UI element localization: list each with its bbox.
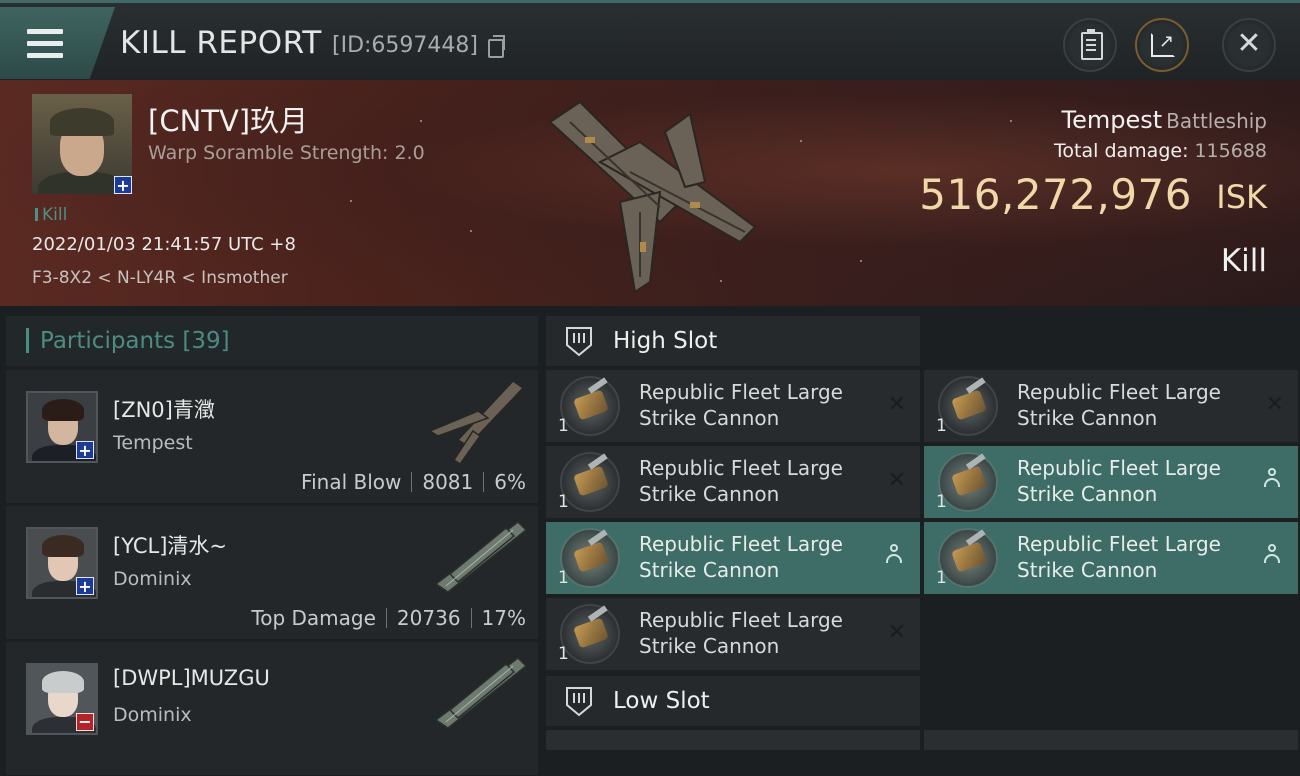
plus-icon: +: [76, 441, 94, 459]
strike-cannon-icon: [560, 452, 620, 512]
menu-button[interactable]: [0, 7, 115, 79]
total-damage: Total damage: 115688: [1054, 140, 1267, 162]
low-slot-header: Low Slot: [546, 676, 920, 726]
module-item[interactable]: 1 Republic Fleet Large Strike Cannon: [546, 522, 920, 594]
module-name: Republic Fleet Large Strike Cannon: [1017, 532, 1221, 582]
participant-ship: Dominix: [113, 704, 192, 726]
module-quantity: 1: [558, 492, 569, 512]
strike-cannon-icon: [560, 376, 620, 436]
low-slot-title: Low Slot: [613, 688, 710, 714]
participants-header: Participants [39]: [6, 316, 538, 366]
top-bar: KILL REPORT [ID:6597448] ↗ ✕: [0, 0, 1300, 80]
module-quantity: 1: [936, 568, 947, 588]
high-slot-icon: [566, 327, 592, 357]
person-icon: [1264, 544, 1280, 566]
clipboard-icon: [1081, 29, 1103, 60]
module-item[interactable]: 1 Republic Fleet Large Strike Cannon: [924, 446, 1298, 518]
module-name: Republic Fleet Large Strike Cannon: [639, 608, 843, 658]
isk-value: 516,272,976: [919, 170, 1192, 219]
close-button[interactable]: ✕: [1222, 18, 1276, 72]
participant-stats: Top Damage 20736 17%: [251, 606, 526, 630]
participant-row[interactable]: − [DWPL]MUZGU Dominix: [6, 642, 538, 776]
participant-ship: Tempest: [113, 432, 193, 454]
victim-avatar[interactable]: +: [32, 94, 132, 194]
participant-name: [DWPL]MUZGU: [113, 666, 270, 690]
participant-row[interactable]: + [YCL]清水~ Dominix Top Damage 20736 17%: [6, 506, 538, 640]
share-arrow-icon: ↗: [1159, 31, 1175, 52]
clipboard-button[interactable]: [1063, 18, 1117, 72]
kill-tag: Kill: [35, 205, 67, 225]
participant-ship: Dominix: [113, 568, 192, 590]
plus-icon: +: [76, 577, 94, 595]
module-item[interactable]: 1 Republic Fleet Large Strike Cannon ✕: [546, 446, 920, 518]
strike-cannon-icon: [938, 528, 998, 588]
result-label: Kill: [1220, 243, 1267, 279]
strike-cannon-icon: [938, 452, 998, 512]
module-name: Republic Fleet Large Strike Cannon: [639, 380, 843, 430]
strike-cannon-icon: [560, 528, 620, 588]
module-item[interactable]: 1 Republic Fleet Large Strike Cannon ✕: [546, 598, 920, 670]
high-slot-header: High Slot: [546, 316, 920, 366]
close-icon: ✕: [1236, 26, 1262, 61]
low-slot-icon: [566, 687, 592, 717]
x-mark-icon: ✕: [887, 468, 906, 493]
plus-icon: +: [114, 176, 132, 194]
share-button[interactable]: ↗: [1135, 18, 1189, 72]
person-icon: [1264, 468, 1280, 490]
victim-name[interactable]: [CNTV]玖月: [148, 98, 308, 140]
participant-avatar: +: [26, 391, 98, 463]
module-quantity: 1: [936, 416, 947, 436]
kill-time: 2022/01/03 21:41:57 UTC +8: [32, 234, 296, 255]
ship-image: [548, 100, 757, 294]
module-quantity: 1: [558, 644, 569, 664]
strike-cannon-icon: [560, 604, 620, 664]
participant-name: [ZN0]青瀓: [113, 398, 215, 422]
participant-stats: Final Blow 8081 6%: [301, 470, 526, 494]
module-name: Republic Fleet Large Strike Cannon: [639, 456, 843, 506]
high-slot-title: High Slot: [613, 328, 718, 354]
x-mark-icon: ✕: [887, 392, 906, 417]
victim-ship: Tempest Battleship: [1061, 106, 1267, 134]
module-name: Republic Fleet Large Strike Cannon: [639, 532, 843, 582]
victim-subtitle: Warp Soramble Strength: 2.0: [148, 142, 425, 164]
module-item[interactable]: [546, 730, 920, 750]
x-mark-icon: ✕: [887, 620, 906, 645]
module-quantity: 1: [936, 492, 947, 512]
module-item[interactable]: 1 Republic Fleet Large Strike Cannon ✕: [924, 370, 1298, 442]
victim-banner: + [CNTV]玖月 Warp Soramble Strength: 2.0 K…: [0, 80, 1300, 306]
x-mark-icon: ✕: [1265, 392, 1284, 417]
isk-unit: ISK: [1216, 178, 1267, 216]
module-item[interactable]: 1 Republic Fleet Large Strike Cannon ✕: [546, 370, 920, 442]
participant-row[interactable]: + [ZN0]青瀓 Tempest Final Blow 8081 6%: [6, 370, 538, 504]
strike-cannon-icon: [938, 376, 998, 436]
participant-avatar: −: [26, 663, 98, 735]
copy-icon[interactable]: [488, 35, 505, 58]
person-icon: [886, 544, 902, 566]
ship-image: [428, 380, 525, 466]
ship-image: [434, 657, 528, 729]
ship-image: [434, 521, 528, 593]
module-quantity: 1: [558, 416, 569, 436]
hamburger-icon: [27, 29, 63, 65]
participants-title: Participants [39]: [40, 328, 230, 354]
module-item[interactable]: 1 Republic Fleet Large Strike Cannon: [924, 522, 1298, 594]
module-item[interactable]: [924, 730, 1298, 750]
page-title: KILL REPORT: [120, 25, 322, 61]
minus-icon: −: [76, 713, 94, 731]
module-name: Republic Fleet Large Strike Cannon: [1017, 456, 1221, 506]
module-name: Republic Fleet Large Strike Cannon: [1017, 380, 1221, 430]
participant-avatar: +: [26, 527, 98, 599]
module-quantity: 1: [558, 568, 569, 588]
participant-name: [YCL]清水~: [113, 534, 228, 558]
kill-location[interactable]: F3-8X2 < N-LY4R < Insmother: [32, 268, 288, 288]
report-id: [ID:6597448]: [332, 33, 478, 58]
